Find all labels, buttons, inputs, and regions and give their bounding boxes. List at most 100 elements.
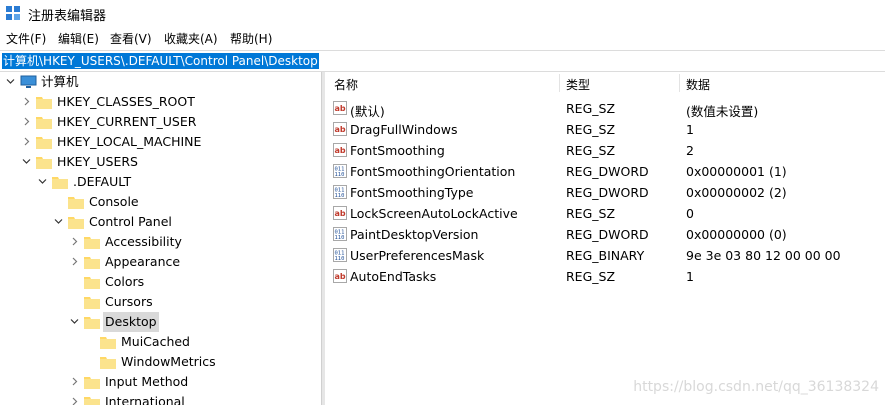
value-row[interactable]: 011 110 FontSmoothingType REG_DWORD 0x000000… (325, 182, 885, 203)
tree-label: HKEY_LOCAL_MACHINE (57, 134, 202, 149)
tree-label: Cursors (105, 294, 153, 309)
value-type: REG_DWORD (566, 227, 649, 242)
folder-icon (36, 97, 52, 109)
address-path[interactable]: 计算机\HKEY_USERS\.DEFAULT\Control Panel\De… (2, 53, 319, 69)
tree-node-hkcr[interactable]: HKEY_CLASSES_ROOT (0, 92, 321, 112)
chevron-down-icon[interactable] (22, 157, 31, 166)
value-name: FontSmoothingOrientation (350, 164, 516, 179)
tree-label: .DEFAULT (73, 174, 132, 189)
folder-icon (68, 197, 84, 209)
value-data: 0x00000001 (1) (686, 164, 787, 179)
value-data: 2 (686, 143, 694, 158)
tree-node-computer[interactable]: 计算机 (0, 72, 321, 92)
folder-icon (52, 177, 68, 189)
chevron-down-icon[interactable] (38, 177, 47, 186)
tree-label: Colors (105, 274, 145, 289)
value-type: REG_SZ (566, 122, 616, 137)
value-row[interactable]: ab FontSmoothing REG_SZ 2 (325, 140, 885, 161)
chevron-down-icon[interactable] (54, 217, 63, 226)
menu-edit[interactable]: 编辑(E) (58, 30, 99, 47)
svg-text:110: 110 (335, 235, 345, 241)
value-row[interactable]: ab LockScreenAutoLockActive REG_SZ 0 (325, 203, 885, 224)
binary-value-icon: 011 110 (333, 185, 347, 199)
chevron-right-icon[interactable] (70, 397, 79, 405)
tree-node-hku[interactable]: HKEY_USERS (0, 152, 321, 172)
binary-value-icon: 011 110 (333, 227, 347, 241)
address-bar[interactable]: 计算机\HKEY_USERS\.DEFAULT\Control Panel\De… (0, 50, 885, 72)
tree-node-accessibility[interactable]: Accessibility (0, 232, 321, 252)
values-list[interactable]: 名称 类型 数据 ab (默认) REG_SZ (数值未设置) ab DragFullWi… (325, 72, 885, 405)
tree-node-cursors[interactable]: Cursors (0, 292, 321, 312)
column-header-name[interactable]: 名称 (334, 76, 358, 93)
folder-icon (84, 277, 100, 289)
tree-node-windowmetrics[interactable]: WindowMetrics (0, 352, 321, 372)
value-row[interactable]: ab (默认) REG_SZ (数值未设置) (325, 98, 885, 119)
svg-text:110: 110 (335, 256, 345, 262)
folder-icon (84, 257, 100, 269)
value-row[interactable]: ab DragFullWindows REG_SZ 1 (325, 119, 885, 140)
chevron-right-icon[interactable] (22, 97, 31, 106)
chevron-right-icon[interactable] (22, 137, 31, 146)
tree-label: 计算机 (41, 74, 79, 89)
tree-node-default[interactable]: .DEFAULT (0, 172, 321, 192)
value-data: 0 (686, 206, 694, 221)
chevron-right-icon[interactable] (70, 377, 79, 386)
value-row[interactable]: 011 110 UserPreferencesMask REG_BINARY 9e 3e… (325, 245, 885, 266)
tree-node-colors[interactable]: Colors (0, 272, 321, 292)
window-title: 注册表编辑器 (28, 9, 107, 24)
chevron-right-icon[interactable] (22, 117, 31, 126)
folder-icon (84, 377, 100, 389)
folder-icon (84, 397, 100, 405)
tree-node-appearance[interactable]: Appearance (0, 252, 321, 272)
tree-node-hklm[interactable]: HKEY_LOCAL_MACHINE (0, 132, 321, 152)
tree-node-desktop[interactable]: Desktop (0, 312, 321, 332)
column-divider[interactable] (679, 74, 680, 92)
value-name: UserPreferencesMask (350, 248, 485, 263)
string-value-icon: ab (333, 101, 347, 115)
value-name: FontSmoothing (350, 143, 445, 158)
svg-text:ab: ab (335, 209, 346, 218)
menu-help[interactable]: 帮助(H) (230, 30, 272, 47)
menu-favorites[interactable]: 收藏夹(A) (164, 30, 218, 47)
tree-node-international[interactable]: International (0, 392, 321, 405)
tree-label: Accessibility (105, 234, 182, 249)
folder-icon (36, 157, 52, 169)
value-row[interactable]: 011 110 PaintDesktopVersion REG_DWORD 0x0000… (325, 224, 885, 245)
folder-icon (100, 357, 116, 369)
folder-icon (36, 137, 52, 149)
tree-node-control-panel[interactable]: Control Panel (0, 212, 321, 232)
chevron-right-icon[interactable] (70, 257, 79, 266)
folder-icon (36, 117, 52, 129)
tree-label: Console (89, 194, 139, 209)
value-data: 1 (686, 269, 694, 284)
value-row[interactable]: ab AutoEndTasks REG_SZ 1 (325, 266, 885, 287)
value-name: PaintDesktopVersion (350, 227, 479, 242)
folder-icon (84, 237, 100, 249)
value-name: (默认) (350, 104, 385, 119)
column-header-type[interactable]: 类型 (566, 76, 590, 93)
svg-text:110: 110 (335, 172, 345, 178)
column-header-data[interactable]: 数据 (686, 76, 710, 93)
tree-node-hkcu[interactable]: HKEY_CURRENT_USER (0, 112, 321, 132)
menu-file[interactable]: 文件(F) (6, 30, 46, 47)
tree-node-muicached[interactable]: MuiCached (0, 332, 321, 352)
tree-node-input-method[interactable]: Input Method (0, 372, 321, 392)
tree-label: MuiCached (121, 334, 190, 349)
chevron-down-icon[interactable] (70, 317, 79, 326)
chevron-down-icon[interactable] (6, 77, 15, 86)
menu-view[interactable]: 查看(V) (110, 30, 152, 47)
svg-text:ab: ab (335, 125, 346, 134)
key-tree[interactable]: 计算机 HKEY_CLASSES_ROOT HKEY_CURRENT_USER … (0, 72, 321, 405)
value-row[interactable]: 011 110 FontSmoothingOrientation REG_DWORD 0… (325, 161, 885, 182)
value-type: REG_BINARY (566, 248, 645, 263)
binary-value-icon: 011 110 (333, 164, 347, 178)
tree-label: Input Method (105, 374, 189, 389)
chevron-right-icon[interactable] (70, 237, 79, 246)
tree-node-console[interactable]: Console (0, 192, 321, 212)
folder-icon (84, 297, 100, 309)
svg-text:110: 110 (335, 193, 345, 199)
tree-label: HKEY_CLASSES_ROOT (57, 94, 195, 109)
title-bar: 注册表编辑器 (0, 0, 885, 26)
registry-editor-icon (6, 6, 20, 20)
column-divider[interactable] (559, 74, 560, 92)
